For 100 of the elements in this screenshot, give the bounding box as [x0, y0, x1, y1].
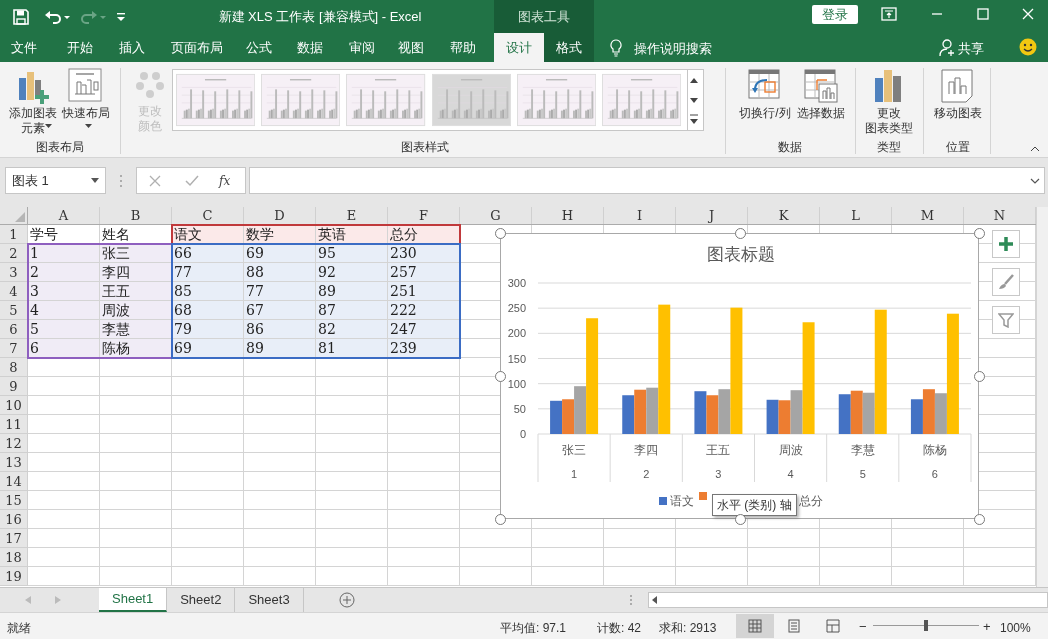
chart-style-thumbnail[interactable]: [346, 73, 426, 127]
table-cell[interactable]: 李四: [100, 263, 172, 281]
chart-style-thumbnail[interactable]: [176, 73, 256, 127]
table-cell[interactable]: 81: [316, 339, 388, 357]
table-cell[interactable]: 77: [172, 263, 244, 281]
table-cell[interactable]: 82: [316, 320, 388, 338]
zoom-out-button[interactable]: −: [859, 617, 867, 637]
add-sheet-icon[interactable]: [339, 592, 355, 608]
ribbon-tab[interactable]: 插入: [107, 33, 157, 62]
name-box[interactable]: 图表 1: [5, 167, 106, 194]
ribbon-tab[interactable]: 数据: [285, 33, 335, 62]
switch-row-column-button[interactable]: 切换行/列: [733, 66, 797, 121]
tell-me-search[interactable]: 操作说明搜索: [634, 39, 712, 59]
bar[interactable]: [946, 313, 959, 434]
collapse-ribbon-icon[interactable]: [1030, 146, 1040, 152]
expand-formula-bar-icon[interactable]: [1030, 177, 1040, 184]
zoom-level[interactable]: 100%: [1000, 619, 1031, 637]
row-header[interactable]: 17: [0, 529, 28, 548]
resize-handle[interactable]: [735, 514, 746, 525]
chart-style-thumbnail[interactable]: [431, 73, 511, 127]
bar[interactable]: [838, 394, 851, 434]
table-cell[interactable]: 222: [388, 301, 460, 319]
resize-handle[interactable]: [974, 514, 985, 525]
row-header[interactable]: 6: [0, 320, 28, 339]
row-header[interactable]: 13: [0, 453, 28, 472]
table-cell[interactable]: 李慧: [100, 320, 172, 338]
ribbon-tab[interactable]: 视图: [388, 33, 434, 62]
maximize-icon[interactable]: [977, 8, 989, 20]
cancel-icon[interactable]: [149, 174, 161, 187]
resize-handle[interactable]: [974, 228, 985, 239]
table-cell[interactable]: 239: [388, 339, 460, 357]
previous-sheet-icon[interactable]: [25, 596, 31, 604]
chart-area[interactable]: 图表标题 0 50 100 150 200 250 300 张三 1 李四 2 王五 3 周波 4 李慧 5 陈杨 6 语文 水平 (类别) 轴 总分: [500, 233, 979, 519]
bar[interactable]: [694, 391, 707, 434]
table-cell[interactable]: 87: [316, 301, 388, 319]
row-header[interactable]: 4: [0, 282, 28, 301]
insert-function-button[interactable]: fx: [219, 171, 231, 190]
drag-handle-icon[interactable]: [119, 174, 123, 188]
row-header[interactable]: 10: [0, 396, 28, 415]
row-header[interactable]: 19: [0, 567, 28, 586]
ribbon-tab[interactable]: 文件: [0, 33, 48, 62]
table-cell[interactable]: 王五: [100, 282, 172, 300]
resize-handle[interactable]: [495, 228, 506, 239]
table-cell[interactable]: 88: [244, 263, 316, 281]
row-header[interactable]: 2: [0, 244, 28, 263]
vertical-scrollbar[interactable]: [1036, 207, 1048, 587]
row-header[interactable]: 7: [0, 339, 28, 358]
sign-in-button[interactable]: 登录: [812, 5, 858, 24]
table-cell[interactable]: 257: [388, 263, 460, 281]
ribbon-tab[interactable]: 公式: [237, 33, 281, 62]
row-header[interactable]: 18: [0, 548, 28, 567]
resize-handle[interactable]: [735, 228, 746, 239]
table-cell[interactable]: 79: [172, 320, 244, 338]
select-all-icon[interactable]: [15, 212, 25, 222]
add-chart-element-button[interactable]: 添加图表 元素: [5, 66, 61, 136]
ribbon-tab[interactable]: 页面布局: [161, 33, 233, 62]
table-cell[interactable]: 247: [388, 320, 460, 338]
row-header[interactable]: 16: [0, 510, 28, 529]
table-cell[interactable]: 251: [388, 282, 460, 300]
table-cell[interactable]: 92: [316, 263, 388, 281]
ribbon-display-options-icon[interactable]: [881, 7, 897, 21]
bar[interactable]: [766, 399, 779, 434]
horizontal-scrollbar[interactable]: [648, 592, 1048, 608]
save-icon[interactable]: [12, 7, 30, 26]
row-header[interactable]: 3: [0, 263, 28, 282]
chart-styles-button[interactable]: [992, 268, 1020, 296]
ribbon-tab[interactable]: 帮助: [437, 33, 489, 62]
view-button[interactable]: [736, 614, 774, 638]
table-cell[interactable]: 6: [28, 339, 100, 357]
chart-filters-button[interactable]: [992, 306, 1020, 334]
row-header[interactable]: 8: [0, 358, 28, 377]
table-cell[interactable]: 67: [244, 301, 316, 319]
row-header[interactable]: 11: [0, 415, 28, 434]
zoom-slider-thumb[interactable]: [924, 620, 928, 631]
chart-style-thumbnail[interactable]: [261, 73, 341, 127]
ribbon-tab[interactable]: 格式: [544, 33, 594, 62]
table-cell[interactable]: 陈杨: [100, 339, 172, 357]
table-cell[interactable]: 89: [244, 339, 316, 357]
table-cell[interactable]: 周波: [100, 301, 172, 319]
row-header[interactable]: 15: [0, 491, 28, 510]
smiley-feedback-icon[interactable]: [1019, 38, 1037, 56]
ribbon-tab[interactable]: 设计: [494, 33, 544, 62]
enter-check-icon[interactable]: [185, 174, 199, 187]
row-header[interactable]: 12: [0, 434, 28, 453]
resize-handle[interactable]: [974, 371, 985, 382]
table-cell[interactable]: 5: [28, 320, 100, 338]
sheet-tab[interactable]: Sheet1: [99, 588, 168, 612]
table-cell[interactable]: 69: [172, 339, 244, 357]
table-cell[interactable]: 77: [244, 282, 316, 300]
next-sheet-icon[interactable]: [55, 596, 61, 604]
select-data-button[interactable]: 选择数据: [795, 66, 847, 121]
table-cell[interactable]: 2: [28, 263, 100, 281]
table-cell[interactable]: 85: [172, 282, 244, 300]
row-header[interactable]: 14: [0, 472, 28, 491]
row-header[interactable]: 9: [0, 377, 28, 396]
move-chart-button[interactable]: 移动图表: [928, 66, 988, 121]
table-cell[interactable]: 86: [244, 320, 316, 338]
customize-toolbar-icon[interactable]: [116, 10, 126, 23]
resize-handle[interactable]: [495, 371, 506, 382]
resize-handle[interactable]: [495, 514, 506, 525]
